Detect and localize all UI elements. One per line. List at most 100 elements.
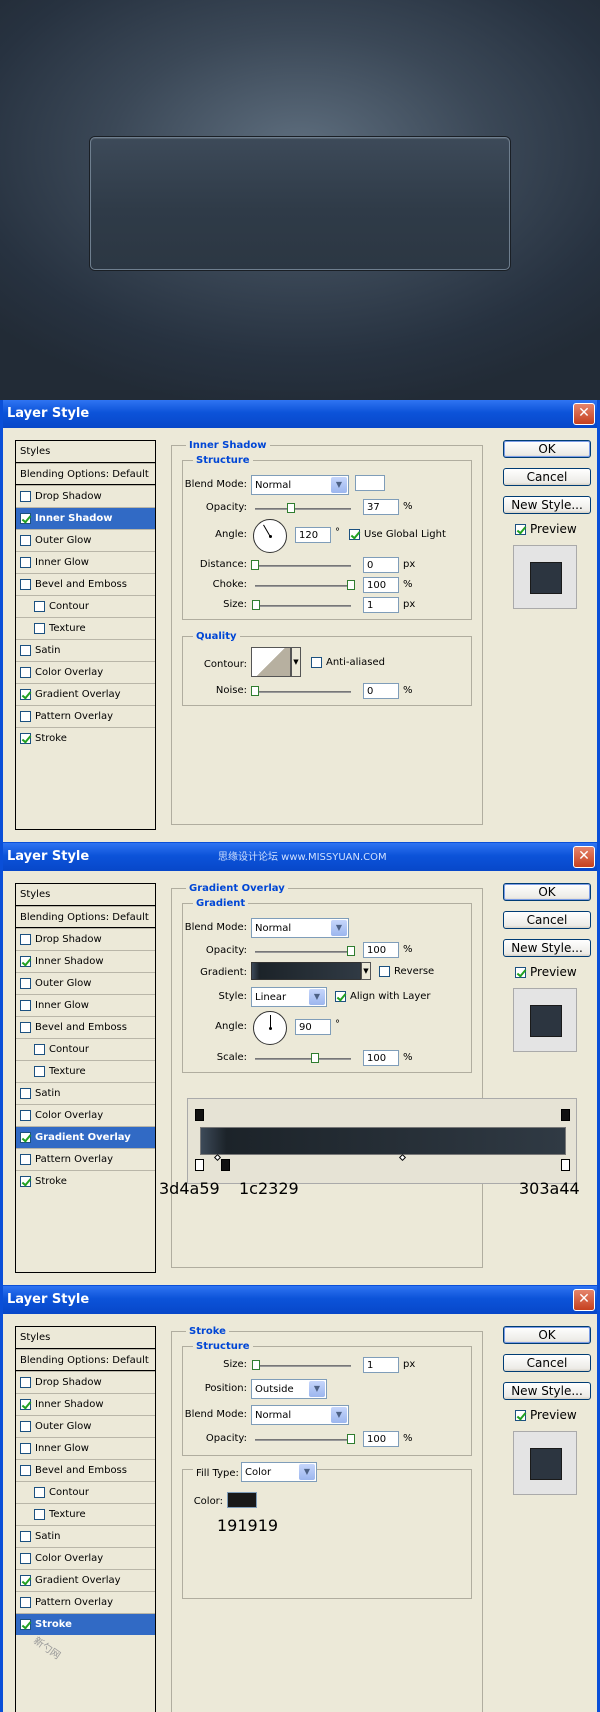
checkbox-icon[interactable] xyxy=(34,1509,45,1520)
checkbox-icon[interactable] xyxy=(20,1553,31,1564)
checkbox-icon[interactable] xyxy=(20,1575,31,1586)
style-item-outer-glow[interactable]: Outer Glow xyxy=(16,972,155,994)
opacity-slider[interactable] xyxy=(255,946,355,956)
choke-slider-thumb[interactable] xyxy=(347,580,355,590)
checkbox-icon[interactable] xyxy=(34,1044,45,1055)
checkbox-icon[interactable] xyxy=(20,733,31,744)
style-item-gradient-overlay[interactable]: Gradient Overlay xyxy=(16,1126,155,1148)
blending-options-item[interactable]: Blending Options: Default xyxy=(16,1349,155,1371)
opacity-slider[interactable] xyxy=(255,503,351,513)
checkbox-icon[interactable] xyxy=(20,1110,31,1121)
opacity-input[interactable]: 100 xyxy=(363,942,399,958)
angle-input[interactable]: 120 xyxy=(295,527,331,543)
contour-picker[interactable] xyxy=(251,647,291,677)
close-icon[interactable]: ✕ xyxy=(573,846,595,868)
style-item-bevel-and-emboss[interactable]: Bevel and Emboss xyxy=(16,1459,155,1481)
distance-slider[interactable] xyxy=(251,560,351,570)
checkbox-icon[interactable] xyxy=(20,1399,31,1410)
checkbox-icon[interactable] xyxy=(20,1421,31,1432)
style-item-texture[interactable]: Texture xyxy=(16,1503,155,1525)
close-icon[interactable]: ✕ xyxy=(573,1289,595,1311)
new-style-button[interactable]: New Style... xyxy=(503,496,591,514)
distance-input[interactable]: 0 xyxy=(363,557,399,573)
position-select[interactable]: Outside ▼ xyxy=(251,1379,327,1399)
gradient-dropdown-icon[interactable]: ▼ xyxy=(361,962,371,980)
style-item-drop-shadow[interactable]: Drop Shadow xyxy=(16,1371,155,1393)
style-item-inner-shadow[interactable]: Inner Shadow xyxy=(16,950,155,972)
checkbox-icon[interactable] xyxy=(20,579,31,590)
cancel-button[interactable]: Cancel xyxy=(503,468,591,486)
color-stop-303a44[interactable] xyxy=(561,1159,570,1171)
checkbox-icon[interactable] xyxy=(20,1088,31,1099)
contour-dropdown-icon[interactable]: ▼ xyxy=(291,647,301,677)
midpoint-diamond[interactable] xyxy=(213,1153,222,1162)
style-item-gradient-overlay[interactable]: Gradient Overlay xyxy=(16,1569,155,1591)
style-item-inner-shadow[interactable]: Inner Shadow xyxy=(16,507,155,529)
noise-slider[interactable] xyxy=(251,686,351,696)
scale-slider[interactable] xyxy=(255,1053,351,1063)
style-item-contour[interactable]: Contour xyxy=(16,1038,155,1060)
size-slider-thumb[interactable] xyxy=(252,1360,260,1370)
checkbox-icon[interactable] xyxy=(20,1154,31,1165)
checkbox-icon[interactable] xyxy=(20,956,31,967)
checkbox-icon[interactable] xyxy=(20,1597,31,1608)
styles-header[interactable]: Styles xyxy=(16,441,155,463)
style-item-color-overlay[interactable]: Color Overlay xyxy=(16,1104,155,1126)
checkbox-icon[interactable] xyxy=(20,667,31,678)
blending-options-item[interactable]: Blending Options: Default xyxy=(16,906,155,928)
checkbox-icon[interactable] xyxy=(20,513,31,524)
distance-slider-thumb[interactable] xyxy=(251,560,259,570)
style-item-inner-glow[interactable]: Inner Glow xyxy=(16,551,155,573)
opacity-stop-right[interactable] xyxy=(561,1109,570,1121)
close-icon[interactable]: ✕ xyxy=(573,403,595,425)
checkbox-icon[interactable] xyxy=(34,623,45,634)
opacity-slider-thumb[interactable] xyxy=(286,503,295,513)
new-style-button[interactable]: New Style... xyxy=(503,1382,591,1400)
style-item-drop-shadow[interactable]: Drop Shadow xyxy=(16,928,155,950)
checkbox-icon[interactable] xyxy=(20,934,31,945)
preview-checkbox[interactable]: Preview xyxy=(515,522,577,536)
checkbox-icon[interactable] xyxy=(20,1176,31,1187)
style-select[interactable]: Linear ▼ xyxy=(251,987,327,1007)
choke-input[interactable]: 100 xyxy=(363,577,399,593)
checkbox-icon[interactable] xyxy=(20,645,31,656)
checkbox-icon[interactable] xyxy=(20,689,31,700)
style-item-drop-shadow[interactable]: Drop Shadow xyxy=(16,485,155,507)
style-item-contour[interactable]: Contour xyxy=(16,1481,155,1503)
checkbox-icon[interactable] xyxy=(20,1619,31,1630)
checkbox-icon[interactable] xyxy=(20,711,31,722)
style-item-bevel-and-emboss[interactable]: Bevel and Emboss xyxy=(16,573,155,595)
checkbox-icon[interactable] xyxy=(20,1132,31,1143)
angle-dial[interactable] xyxy=(253,519,287,553)
ok-button[interactable]: OK xyxy=(503,1326,591,1344)
checkbox-icon[interactable] xyxy=(20,491,31,502)
checkbox-icon[interactable] xyxy=(20,1022,31,1033)
blend-mode-select[interactable]: Normal ▼ xyxy=(251,918,349,938)
color-stop-1c2329[interactable] xyxy=(221,1159,230,1171)
style-item-inner-glow[interactable]: Inner Glow xyxy=(16,1437,155,1459)
cancel-button[interactable]: Cancel xyxy=(503,911,591,929)
size-slider[interactable] xyxy=(252,600,351,610)
preview-checkbox[interactable]: Preview xyxy=(515,965,577,979)
use-global-light-checkbox[interactable]: Use Global Light xyxy=(349,529,446,540)
midpoint-diamond[interactable] xyxy=(398,1153,407,1162)
style-item-satin[interactable]: Satin xyxy=(16,1525,155,1547)
size-slider-thumb[interactable] xyxy=(252,600,260,610)
style-item-inner-glow[interactable]: Inner Glow xyxy=(16,994,155,1016)
reverse-checkbox[interactable]: Reverse xyxy=(379,966,434,977)
size-slider[interactable] xyxy=(252,1360,351,1370)
style-item-outer-glow[interactable]: Outer Glow xyxy=(16,529,155,551)
opacity-slider[interactable] xyxy=(255,1434,355,1444)
style-item-stroke[interactable]: Stroke xyxy=(16,727,155,749)
style-item-satin[interactable]: Satin xyxy=(16,1082,155,1104)
checkbox-icon[interactable] xyxy=(20,535,31,546)
angle-input[interactable]: 90 xyxy=(295,1019,331,1035)
checkbox-icon[interactable] xyxy=(20,1377,31,1388)
noise-input[interactable]: 0 xyxy=(363,683,399,699)
opacity-input[interactable]: 37 xyxy=(363,499,399,515)
checkbox-icon[interactable] xyxy=(34,601,45,612)
scale-slider-thumb[interactable] xyxy=(311,1053,319,1063)
blend-mode-select[interactable]: Normal ▼ xyxy=(251,1405,349,1425)
ok-button[interactable]: OK xyxy=(503,440,591,458)
checkbox-icon[interactable] xyxy=(20,1000,31,1011)
